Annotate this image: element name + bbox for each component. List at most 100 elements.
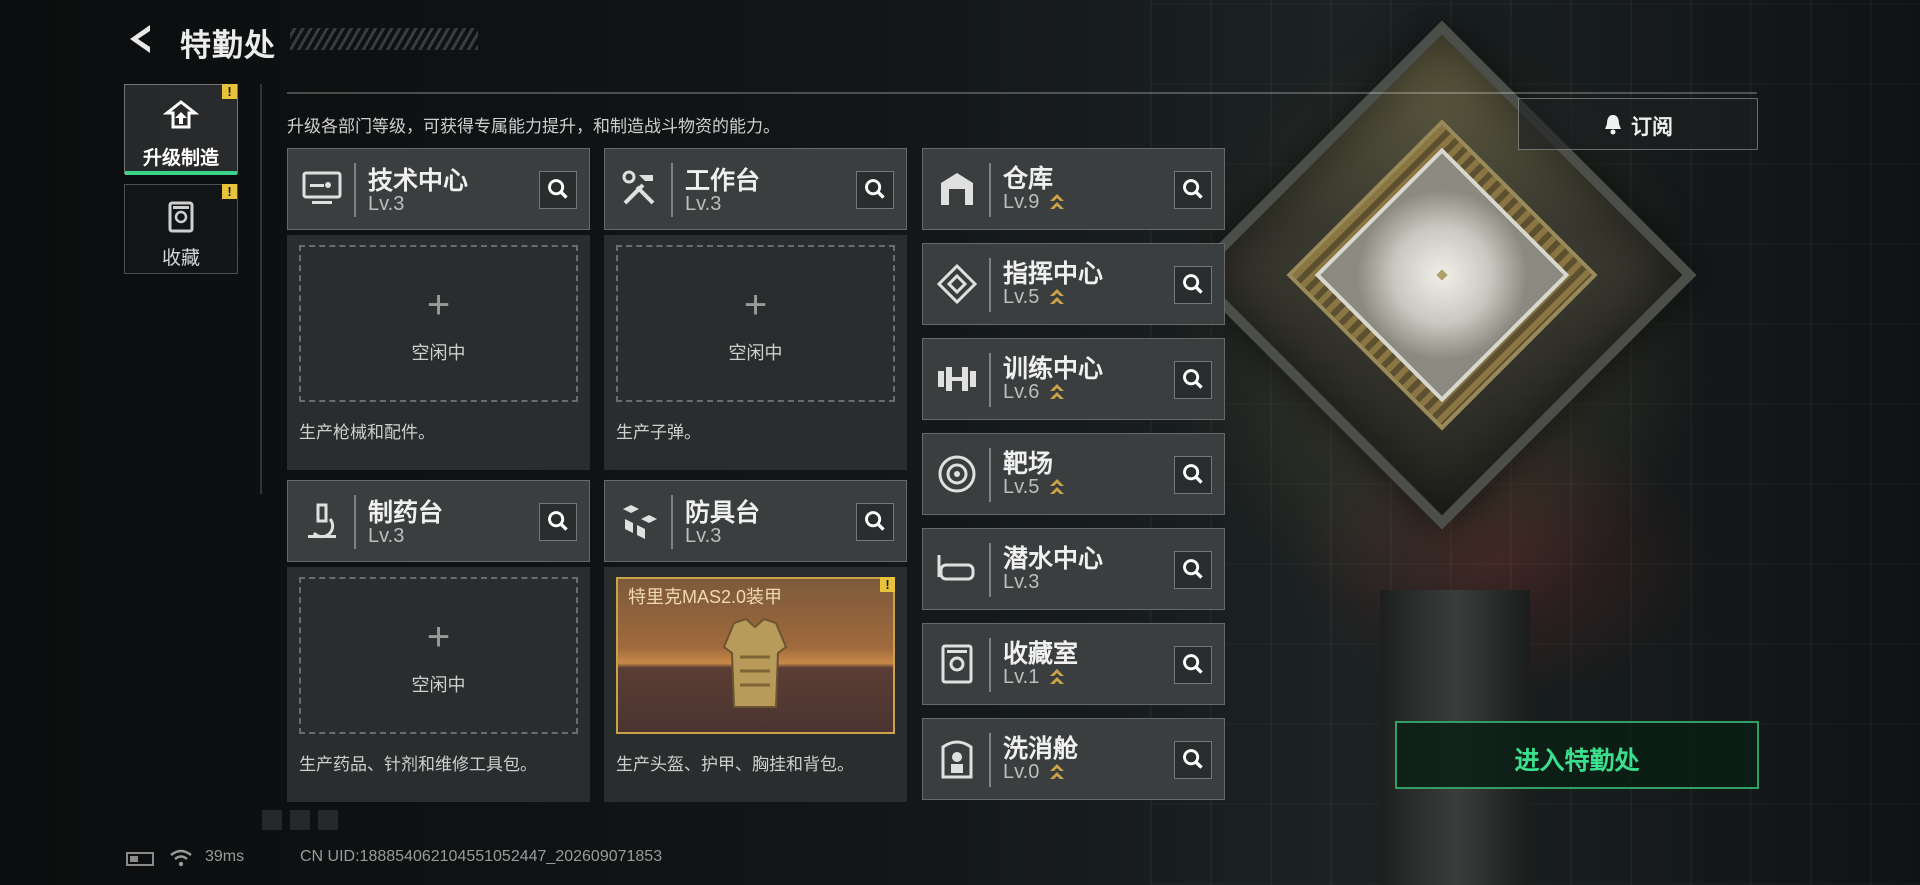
header-divider	[287, 92, 1757, 94]
alert-badge: !	[222, 84, 237, 99]
facility-shooting-range[interactable]: 靶场 Lv.5	[922, 433, 1225, 515]
facility-name: 防具台	[685, 499, 761, 527]
enter-special-ops-button[interactable]: 进入特勤处	[1395, 721, 1759, 789]
inspect-button[interactable]	[1174, 646, 1212, 684]
search-icon	[1183, 464, 1203, 484]
inspect-button[interactable]	[1174, 171, 1212, 209]
production-slot-crafting[interactable]: 特里克MAS2.0装甲 !	[616, 577, 895, 734]
nav-tab-upgrade-craft-label: 升级制造	[142, 148, 219, 169]
enter-button-label: 进入特勤处	[1514, 747, 1640, 775]
facility-name: 潜水中心	[1003, 545, 1104, 573]
back-arrow-icon[interactable]	[124, 22, 158, 56]
divider	[354, 163, 356, 217]
search-icon	[865, 179, 885, 199]
divider	[989, 543, 991, 597]
page-title: 特勤处	[180, 28, 276, 63]
inspect-button[interactable]	[856, 503, 894, 541]
facility-level: Lv.1	[1003, 666, 1040, 688]
monitor-icon	[302, 171, 342, 204]
production-card-header[interactable]: 工作台 Lv.3	[604, 148, 907, 230]
facility-name: 技术中心	[368, 167, 469, 195]
search-icon	[1183, 559, 1203, 579]
upgrade-icon	[163, 100, 199, 129]
inspect-button[interactable]	[539, 171, 577, 209]
inspect-button[interactable]	[1174, 551, 1212, 589]
upgrade-available-icon	[1050, 384, 1064, 399]
facility-name: 制药台	[368, 499, 444, 527]
facility-training-center[interactable]: 训练中心 Lv.6	[922, 338, 1225, 420]
inspect-button[interactable]	[1174, 266, 1212, 304]
facility-name: 洗消舱	[1003, 735, 1079, 763]
production-card-body: + 空闲中 生产药品、针剂和维修工具包。	[287, 567, 590, 802]
nav-tab-upgrade-craft[interactable]: 升级制造 !	[124, 84, 238, 175]
divider	[989, 448, 991, 502]
facility-level: Lv.5	[1003, 476, 1040, 498]
search-icon	[548, 511, 568, 531]
active-tab-indicator	[125, 171, 237, 175]
network-ping: 39ms	[205, 848, 245, 865]
diving-mask-icon	[937, 555, 975, 581]
inspect-button[interactable]	[856, 171, 894, 209]
alert-badge: !	[880, 577, 895, 592]
upgrade-available-icon	[1050, 669, 1064, 684]
collection-room-icon	[941, 644, 973, 684]
inspect-button[interactable]	[1174, 741, 1212, 779]
facility-diving-center[interactable]: 潜水中心 Lv.3	[922, 528, 1225, 610]
facility-level: Lv.3	[368, 193, 405, 215]
inspect-button[interactable]	[1174, 361, 1212, 399]
target-icon	[938, 455, 976, 493]
facility-name: 靶场	[1003, 450, 1054, 478]
production-slot-empty[interactable]: + 空闲中	[299, 245, 578, 402]
production-card-header[interactable]: 防具台 Lv.3	[604, 480, 907, 562]
crafting-item-name: 特里克MAS2.0装甲	[628, 587, 783, 607]
battery-icon	[126, 852, 154, 866]
cube-core	[1314, 147, 1570, 403]
inspect-button[interactable]	[539, 503, 577, 541]
nav-tab-collection-label: 收藏	[161, 248, 200, 269]
divider	[989, 163, 991, 217]
command-icon	[936, 263, 978, 305]
slot-status: 空闲中	[411, 675, 466, 695]
facility-level: Lv.3	[368, 525, 405, 547]
player-uid: CN UID:18885406210455105244​7_2026090718…	[300, 848, 663, 865]
bottom-decoration	[262, 810, 342, 830]
facility-decontamination[interactable]: 洗消舱 Lv.0	[922, 718, 1225, 800]
add-icon: +	[426, 283, 451, 327]
search-icon	[865, 511, 885, 531]
facility-name: 工作台	[685, 167, 761, 195]
facility-level: Lv.3	[685, 525, 722, 547]
inspect-button[interactable]	[1174, 456, 1212, 494]
production-card-header[interactable]: 技术中心 Lv.3	[287, 148, 590, 230]
production-slot-empty[interactable]: + 空闲中	[616, 245, 895, 402]
facility-level: Lv.3	[685, 193, 722, 215]
search-icon	[1183, 749, 1203, 769]
page-subtitle: 升级各部门等级，可获得专属能力提升，和制造战斗物资的能力。	[287, 117, 780, 136]
subscribe-label: 订阅	[1631, 116, 1673, 139]
add-icon: +	[426, 615, 451, 659]
divider	[989, 353, 991, 407]
production-slot-empty[interactable]: + 空闲中	[299, 577, 578, 734]
upgrade-available-icon	[1050, 194, 1064, 209]
alert-badge: !	[222, 184, 237, 199]
subscribe-button[interactable]: 订阅	[1518, 98, 1758, 150]
battery-level	[130, 856, 138, 862]
production-card-header[interactable]: 制药台 Lv.3	[287, 480, 590, 562]
facility-level: Lv.5	[1003, 286, 1040, 308]
bell-icon	[1605, 115, 1621, 135]
nav-tab-collection[interactable]: 收藏 !	[124, 184, 238, 274]
title-decoration	[290, 28, 478, 50]
facility-level: Lv.9	[1003, 191, 1040, 213]
facility-warehouse[interactable]: 仓库 Lv.9	[922, 148, 1225, 230]
search-icon	[1183, 274, 1203, 294]
divider	[671, 495, 673, 549]
facility-command-center[interactable]: 指挥中心 Lv.5	[922, 243, 1225, 325]
divider	[671, 163, 673, 217]
facility-level: Lv.3	[1003, 571, 1040, 593]
microscope-icon	[308, 503, 336, 539]
armor-blocks-icon	[623, 505, 657, 539]
divider	[354, 495, 356, 549]
upgrade-available-icon	[1050, 479, 1064, 494]
facility-name: 训练中心	[1003, 355, 1104, 383]
facility-collection-room[interactable]: 收藏室 Lv.1	[922, 623, 1225, 705]
production-description: 生产头盔、护甲、胸挂和背包。	[616, 755, 854, 774]
